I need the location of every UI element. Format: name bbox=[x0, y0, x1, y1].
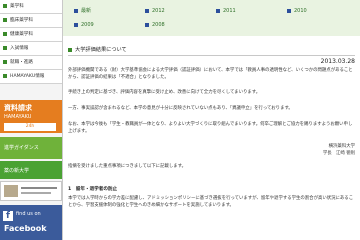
arrow-icon bbox=[3, 59, 7, 64]
tab-icon bbox=[287, 8, 291, 13]
sidebar-item-label: 薬学科 bbox=[10, 4, 24, 9]
sidebar-item-hamayaku[interactable]: HAMAYAKU情報 bbox=[0, 70, 62, 84]
sidebar-item-admission[interactable]: 入試情報 bbox=[0, 42, 62, 56]
arrow-icon bbox=[3, 73, 7, 78]
arrow-icon bbox=[3, 3, 7, 8]
banner-title: 資料請求 bbox=[4, 104, 32, 112]
section-heading: 1 留年・退学者の防止 bbox=[68, 187, 118, 192]
arrow-icon bbox=[3, 17, 7, 22]
document-request-banner[interactable]: 資料請求 HAMAYAKU 24h bbox=[0, 100, 62, 133]
tab-2012[interactable]: 2012 bbox=[145, 6, 165, 16]
tab-icon bbox=[145, 22, 149, 27]
sidebar-item-label: 就職・進路 bbox=[10, 60, 33, 65]
tab-2008[interactable]: 2008 bbox=[145, 20, 165, 30]
tab-label: 2012 bbox=[152, 8, 165, 14]
promo-text-line bbox=[21, 187, 57, 189]
article-paragraph: 手続き上の判定に基づき、評価内容を真摯に受け止め、改善に向けて全力を尽くしてまい… bbox=[68, 90, 261, 95]
signature-name: 学長 江崎 徳則 bbox=[322, 151, 355, 156]
article-title: 大学評価結果について bbox=[68, 46, 355, 56]
banner-note: 24h bbox=[4, 123, 56, 131]
tab-label: 2010 bbox=[294, 8, 307, 14]
tab-icon bbox=[216, 8, 220, 13]
banner-label: 薬の新大学 bbox=[4, 168, 30, 174]
sidebar-item-label: 健康薬学科 bbox=[10, 32, 33, 37]
article-paragraph: なお、本学は今後も「学生・教職員が一体となり、よりよい大学づくりに取り組んでまい… bbox=[68, 122, 353, 134]
sidebar-item-career[interactable]: 就職・進路 bbox=[0, 56, 62, 70]
guidance-banner[interactable]: 進学ガイダンス bbox=[0, 137, 62, 159]
tab-label: 2009 bbox=[81, 22, 94, 28]
arrow-icon bbox=[3, 45, 7, 50]
promo-banner[interactable] bbox=[0, 181, 62, 201]
tab-2009[interactable]: 2009 bbox=[74, 20, 94, 30]
tab-label: 2008 bbox=[152, 22, 165, 28]
article-intro: 指摘を受けました重点事項につきまして以下に記載します。 bbox=[68, 164, 186, 169]
banner-subtitle: HAMAYAKU bbox=[4, 114, 32, 120]
chat-banner[interactable]: 薬の新大学 bbox=[0, 161, 62, 179]
main-content: 最新 2012 2011 2010 2009 2008 大学評価結果について 2… bbox=[63, 0, 360, 240]
tab-icon bbox=[74, 22, 78, 27]
banner-line1: find us on bbox=[16, 211, 41, 217]
tab-icon bbox=[74, 8, 78, 13]
title-icon bbox=[68, 47, 72, 52]
banner-line2: Facebook bbox=[4, 224, 47, 233]
tab-icon bbox=[145, 8, 149, 13]
tab-label: 2011 bbox=[223, 8, 236, 14]
tab-2010[interactable]: 2010 bbox=[287, 6, 307, 16]
promo-text-line bbox=[21, 192, 51, 194]
tab-2011[interactable]: 2011 bbox=[216, 6, 236, 16]
article-date: 2013.03.28 bbox=[320, 58, 355, 65]
facebook-banner[interactable]: f find us on Facebook bbox=[0, 205, 62, 240]
article-title-text: 大学評価結果について bbox=[75, 47, 127, 53]
sidebar-item-label: 臨床薬学科 bbox=[10, 18, 33, 23]
banner-label: 進学ガイダンス bbox=[4, 145, 39, 151]
year-tabs: 最新 2012 2011 2010 2009 2008 bbox=[63, 0, 360, 36]
section-paragraph: 本学では入学時からの学力差に配慮し、アドミッションポリシーに基づき選抜を行ってい… bbox=[68, 196, 354, 208]
sidebar-item-pharmacy[interactable]: 薬学科 bbox=[0, 0, 62, 14]
sidebar-item-clinical[interactable]: 臨床薬学科 bbox=[0, 14, 62, 28]
sidebar-item-label: HAMAYAKU情報 bbox=[10, 74, 45, 79]
facebook-icon: f bbox=[3, 211, 13, 221]
sidebar-item-label: 入試情報 bbox=[10, 46, 29, 51]
promo-image bbox=[4, 185, 18, 197]
tab-label: 最新 bbox=[81, 8, 92, 14]
article-paragraph: 一方、事実誤認が含まれるなど、本学の意見が十分に反映されていない点もあり、「異議… bbox=[68, 106, 293, 111]
arrow-icon bbox=[3, 31, 7, 36]
signature-org: 横浜薬科大学 bbox=[328, 144, 355, 149]
sidebar-item-health[interactable]: 健康薬学科 bbox=[0, 28, 62, 42]
sidebar: 薬学科 臨床薬学科 健康薬学科 入試情報 就職・進路 HAMAYAKU情報 資料… bbox=[0, 0, 62, 240]
tab-latest[interactable]: 最新 bbox=[74, 6, 91, 16]
article-paragraph: 外部評価機関である（財）大学基準協会による大学評価（認証評価）において、本学では… bbox=[68, 68, 353, 80]
